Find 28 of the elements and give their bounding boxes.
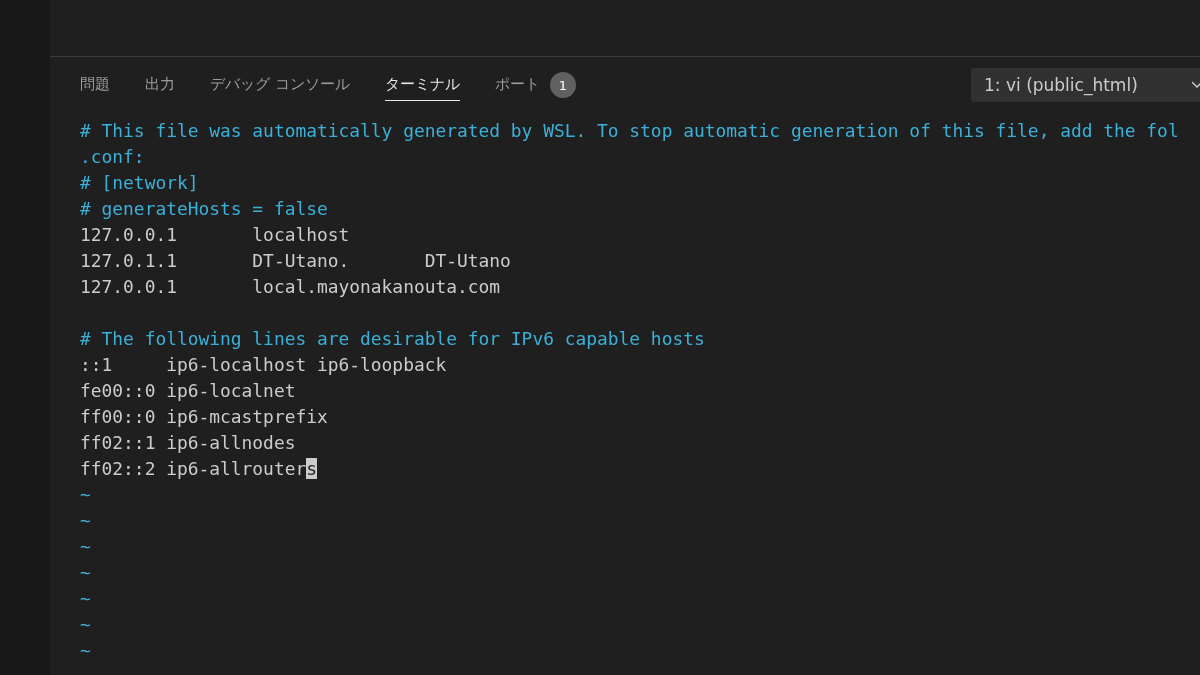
empty-line-marker: ~ xyxy=(80,588,91,609)
count-badge: 1 xyxy=(549,72,576,98)
terminal-line: ff02::1 ip6-allnodes xyxy=(80,432,296,453)
terminal-line: ::1 ip6-localhost ip6-loopback xyxy=(80,354,447,375)
panel-tab[interactable]: ポート xyxy=(494,69,540,101)
terminal-select[interactable]: 1: vi (public_html) xyxy=(971,68,1200,102)
terminal-line: 127.0.0.1 local.mayonakanouta.com xyxy=(80,276,501,297)
panel-tab[interactable]: 出力 xyxy=(145,69,175,101)
panel-tab[interactable]: デバッグ コンソール xyxy=(210,69,350,101)
terminal-line: ff02::2 ip6-allrouters xyxy=(80,458,317,479)
comment-line: # [network] xyxy=(80,172,199,193)
panel-tab[interactable]: 問題 xyxy=(80,69,110,101)
terminal-line: fe00::0 ip6-localnet xyxy=(80,380,296,401)
panel-tab[interactable]: ターミナル xyxy=(384,69,460,101)
terminal-line: ff00::0 ip6-mcastprefix xyxy=(80,406,328,427)
terminal-line: 127.0.0.1 localhost xyxy=(80,224,350,245)
empty-line-marker: ~ xyxy=(80,536,91,557)
empty-line-marker: ~ xyxy=(80,614,91,635)
terminal-line: 127.0.1.1 DT-Utano. DT-Utano xyxy=(80,250,511,271)
empty-line-marker: ~ xyxy=(80,510,91,531)
empty-line-marker: ~ xyxy=(80,562,91,583)
comment-line: # The following lines are desirable for IPv6 capable hosts xyxy=(80,328,705,349)
comment-line: .conf: xyxy=(80,146,145,167)
empty-line-marker: ~ xyxy=(80,640,91,661)
comment-line: # This file was automatically generated by WSL. To stop automatic generation of this file, add the fol xyxy=(80,120,1179,141)
text-cursor: s xyxy=(306,458,317,479)
empty-line-marker: ~ xyxy=(80,484,91,505)
comment-line: # generateHosts = false xyxy=(80,198,328,219)
